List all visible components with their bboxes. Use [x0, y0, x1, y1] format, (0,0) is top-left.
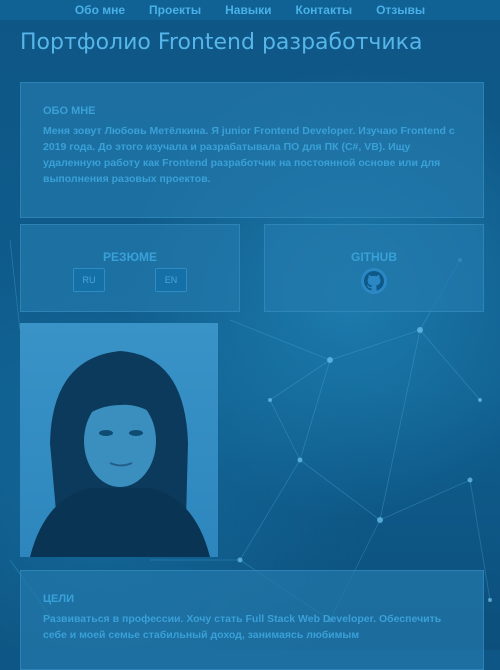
goals-text: Развиваться в профессии. Хочу стать Full… [43, 613, 442, 641]
resume-heading: РЕЗЮМЕ [103, 250, 157, 264]
goals-heading: ЦЕЛИ [43, 593, 74, 605]
github-card: GITHUB [264, 224, 484, 312]
goals-card: ЦЕЛИ Развиваться в профессии. Хочу стать… [20, 570, 484, 670]
about-heading: ОБО МНЕ [43, 105, 96, 117]
resume-buttons: RU EN [21, 268, 239, 292]
top-nav: Обо мне Проекты Навыки Контакты Отзывы [0, 0, 500, 20]
github-icon[interactable] [361, 268, 387, 294]
nav-item-projects[interactable]: Проекты [149, 3, 201, 17]
nav-item-contacts[interactable]: Контакты [296, 3, 353, 17]
nav-item-about[interactable]: Обо мне [75, 3, 125, 17]
github-heading: GITHUB [351, 250, 397, 264]
about-card: ОБО МНЕ Меня зовут Любовь Метёлкина. Я j… [20, 82, 484, 218]
nav-item-skills[interactable]: Навыки [225, 3, 271, 17]
profile-photo [20, 323, 218, 557]
resume-ru-button[interactable]: RU [73, 268, 105, 292]
resume-card: РЕЗЮМЕ RU EN [20, 224, 240, 312]
resume-en-button[interactable]: EN [155, 268, 187, 292]
about-text: Меня зовут Любовь Метёлкина. Я junior Fr… [43, 125, 455, 185]
page-title: Портфолио Frontend разработчика [20, 30, 423, 55]
nav-item-reviews[interactable]: Отзывы [376, 3, 425, 17]
